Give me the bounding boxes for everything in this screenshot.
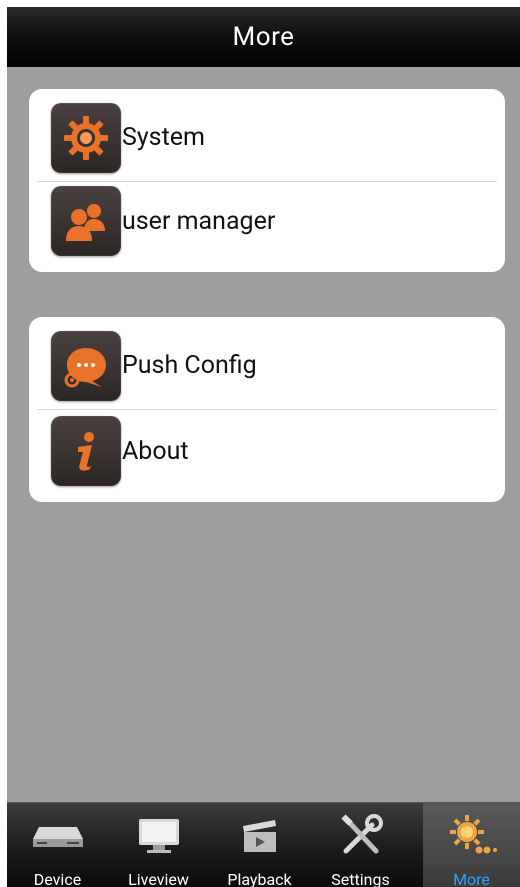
menu-item-system[interactable]: System: [29, 89, 505, 179]
title-bar: More: [7, 7, 520, 67]
chat-gear-icon: [51, 331, 121, 401]
dvr-device-icon: [7, 811, 108, 861]
tab-settings[interactable]: Settings: [310, 803, 411, 887]
menu-item-push-config[interactable]: Push Config: [29, 317, 505, 407]
menu-item-user-manager[interactable]: user manager: [29, 182, 505, 272]
tab-label: More: [453, 870, 490, 887]
tab-label: Playback: [227, 870, 292, 887]
menu-item-label: user manager: [122, 207, 276, 236]
menu-item-about[interactable]: About: [29, 410, 505, 500]
sun-more-icon: [423, 811, 520, 861]
page-title: More: [232, 22, 295, 52]
menu-item-label: About: [122, 437, 189, 466]
menu-group-2: Push Config About: [29, 317, 505, 502]
app-screen: More System user manager Push Config Abo…: [7, 7, 520, 887]
gear-icon: [51, 103, 121, 173]
tab-label: Device: [33, 870, 82, 887]
tab-playback[interactable]: Playback: [209, 803, 310, 887]
tab-liveview[interactable]: Liveview: [108, 803, 209, 887]
playback-clapper-icon: [209, 811, 310, 861]
tab-label: Liveview: [128, 870, 189, 887]
info-icon: [51, 416, 121, 486]
tab-device[interactable]: Device: [7, 803, 108, 887]
tab-label: Settings: [331, 870, 390, 887]
tools-icon: [310, 811, 411, 861]
menu-item-label: Push Config: [122, 351, 257, 380]
tab-more[interactable]: More: [423, 803, 520, 887]
bottom-tab-bar: Device Liveview Playback Settings More: [7, 802, 520, 887]
menu-item-label: System: [122, 123, 205, 152]
menu-group-1: System user manager: [29, 89, 505, 272]
monitor-icon: [108, 811, 209, 861]
users-icon: [51, 186, 121, 256]
